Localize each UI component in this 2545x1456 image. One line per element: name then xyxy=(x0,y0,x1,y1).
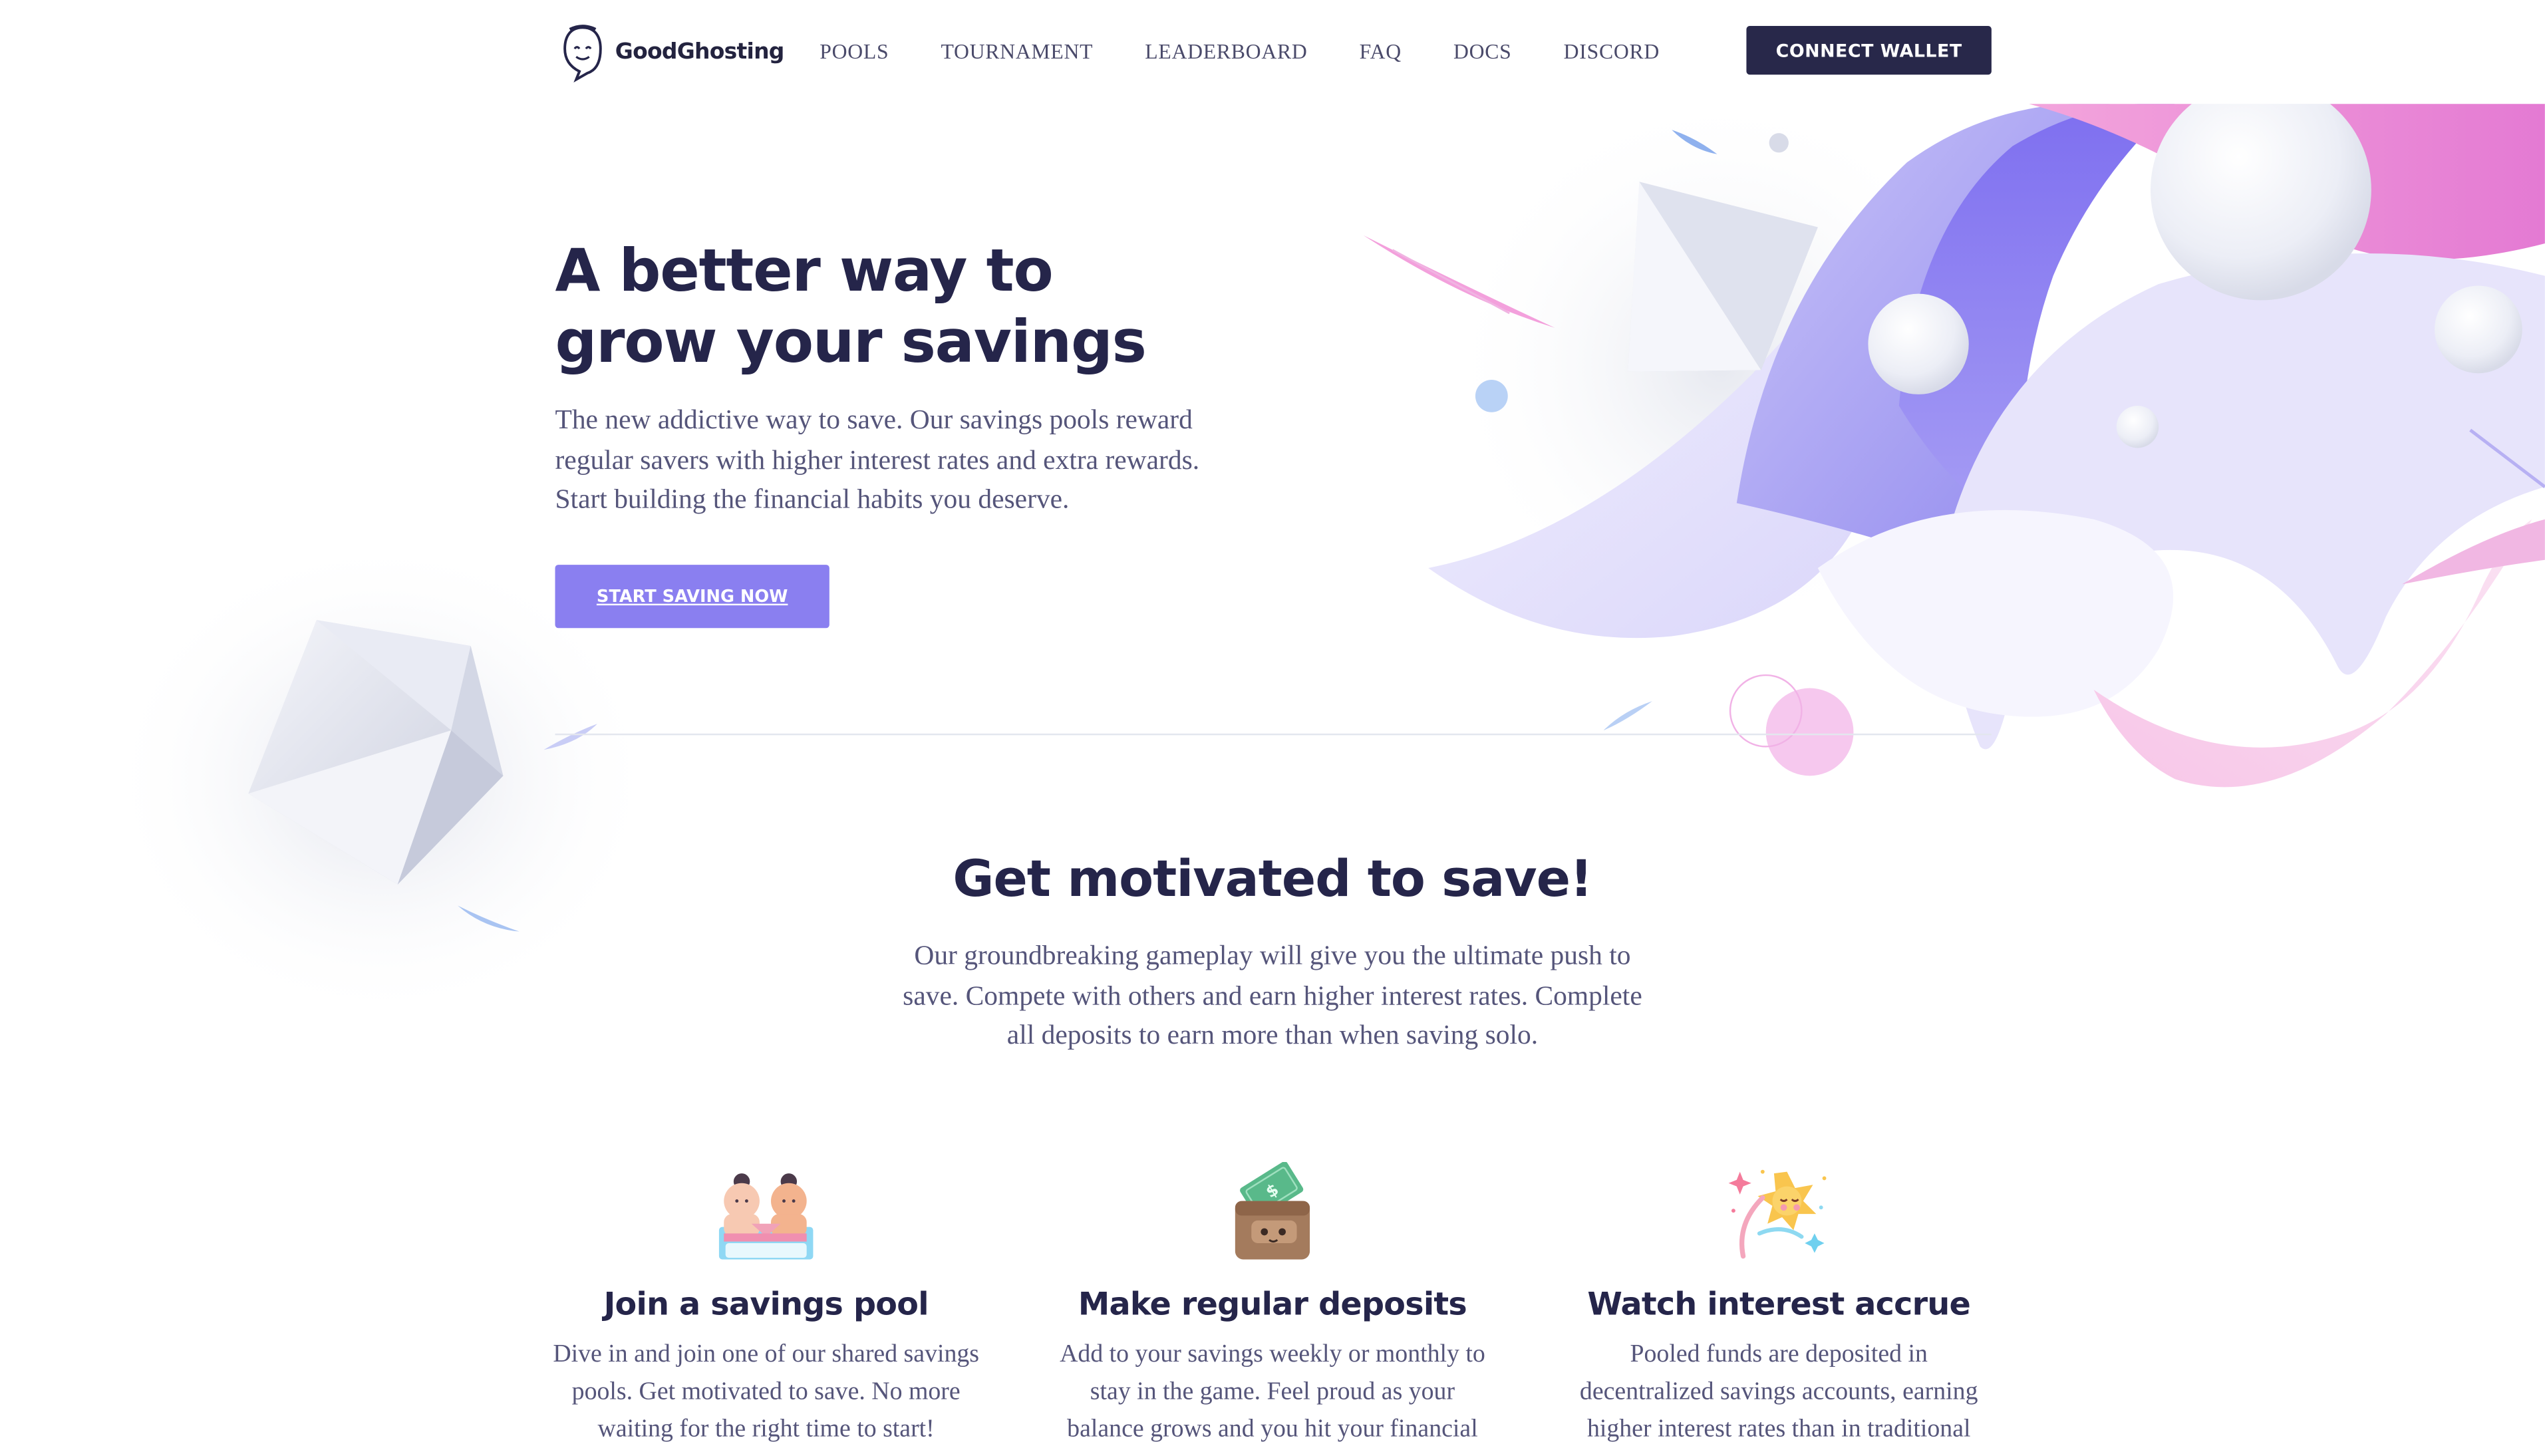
feature-card-deposits: $ Make regular deposits Add to your savi… xyxy=(1045,1159,1499,1447)
brand-name: GoodGhosting xyxy=(615,39,785,65)
wallet-icon: $ xyxy=(1235,1162,1310,1260)
nav-links: POOLS TOURNAMENT LEADERBOARD FAQ DOCS DI… xyxy=(820,39,1660,65)
small-leaf-shape xyxy=(458,905,520,932)
nav-link-discord[interactable]: DISCORD xyxy=(1564,39,1660,65)
nav-link-docs[interactable]: DOCS xyxy=(1453,39,1512,65)
hero-title: A better way to grow your savings xyxy=(555,237,1301,380)
hero-title-line-2: grow your savings xyxy=(555,310,1146,377)
sphere xyxy=(1868,293,1969,394)
ghost-logo-icon xyxy=(563,25,602,83)
small-sphere xyxy=(2116,406,2159,448)
lilac-wave-shape xyxy=(1428,243,1932,639)
hero-subtitle: The new addictive way to save. Our savin… xyxy=(555,404,1200,515)
feature-description: Pooled funds are deposited in decentrali… xyxy=(1579,1340,1978,1443)
lilac-wave-shape xyxy=(1946,253,2545,750)
nav-link-pools[interactable]: POOLS xyxy=(820,39,889,65)
purple-wave-shape xyxy=(1736,103,2110,585)
nav-link-leaderboard[interactable]: LEADERBOARD xyxy=(1145,39,1307,65)
pink-streak xyxy=(1363,235,1555,328)
feature-title: Join a savings pool xyxy=(603,1285,929,1323)
left-prism-shape xyxy=(248,620,504,885)
sumo-wrestlers-icon xyxy=(718,1173,814,1260)
feature-card-join-pool: Join a savings pool Dive in and join one… xyxy=(539,1159,993,1447)
divider xyxy=(555,733,1992,736)
violet-wave-shape xyxy=(1898,103,2175,536)
pink-ring xyxy=(1729,674,1803,748)
feature-card-interest: Watch interest accrue Pooled funds are d… xyxy=(1552,1159,2006,1447)
feature-title: Watch interest accrue xyxy=(1587,1285,1971,1323)
right-prism-shape xyxy=(1628,182,1818,372)
nav-link-faq[interactable]: FAQ xyxy=(1360,39,1402,65)
hero-title-line-1: A better way to xyxy=(555,238,1053,305)
top-navigation: GoodGhosting POOLS TOURNAMENT LEADERBOAR… xyxy=(0,0,2545,104)
connect-wallet-button[interactable]: CONNECT WALLET xyxy=(1746,26,1992,75)
blue-streak xyxy=(1603,701,1652,730)
small-leaf-shape xyxy=(543,724,597,750)
section-title: Get motivated to save! xyxy=(953,850,1592,909)
sphere xyxy=(2435,285,2522,374)
feature-title: Make regular deposits xyxy=(1078,1285,1467,1323)
pink-wave-shape xyxy=(2029,104,2545,260)
grey-dot xyxy=(1769,133,1789,153)
blue-dot xyxy=(1475,379,1508,412)
feature-description: Add to your savings weekly or monthly to… xyxy=(1060,1340,1485,1443)
blue-streak xyxy=(1672,130,1718,154)
section-subtitle: Our groundbreaking gameplay will give yo… xyxy=(903,939,1642,1050)
nav-link-tournament[interactable]: TOURNAMENT xyxy=(941,39,1093,65)
large-sphere xyxy=(2151,79,2371,301)
feature-description: Dive in and join one of our shared savin… xyxy=(553,1340,980,1443)
pink-ribbon-shape xyxy=(2093,519,2532,788)
brand-logo[interactable]: GoodGhosting xyxy=(560,21,784,83)
sparkling-sun-icon xyxy=(1728,1169,1827,1259)
start-saving-button[interactable]: START SAVING NOW xyxy=(555,565,829,629)
pink-bubble xyxy=(1765,688,1854,776)
